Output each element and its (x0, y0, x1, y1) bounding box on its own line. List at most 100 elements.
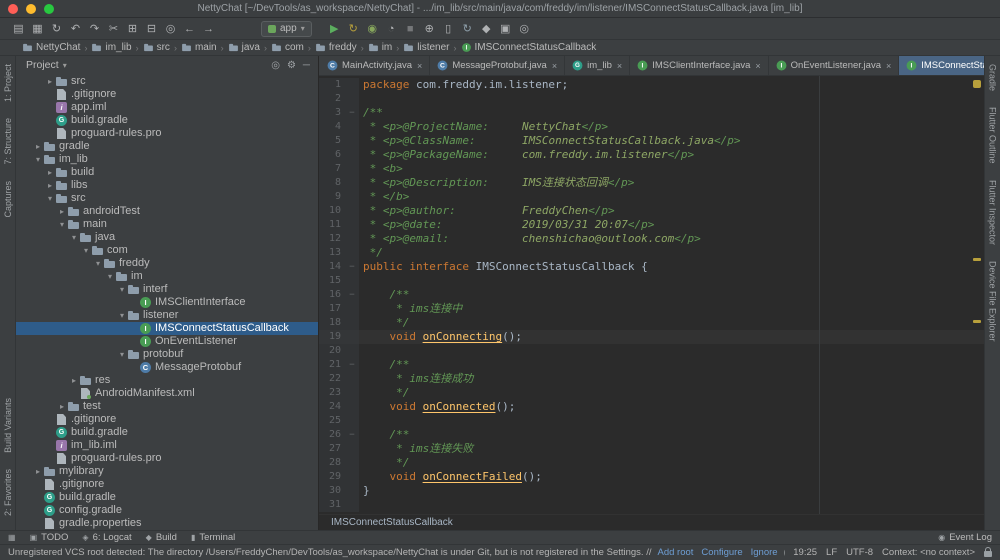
tool-button-build-variants[interactable]: Build Variants (3, 390, 13, 461)
tree-item[interactable]: Gbuild.gradle (16, 426, 318, 439)
tree-item[interactable]: ▾ src (16, 192, 318, 205)
code-line[interactable]: 10 * <p>@author: FreddyChen</p> (319, 204, 984, 218)
code-line[interactable]: 1 package com.freddy.im.listener; (319, 78, 984, 92)
caret-position[interactable]: 19:25 (793, 547, 817, 558)
save-all-icon[interactable]: ▦ (29, 22, 46, 35)
tool-button-captures[interactable]: Captures (3, 173, 13, 226)
collapse-arrow-icon[interactable]: ▾ (104, 270, 116, 283)
tool-button-gradle[interactable]: Gradle (988, 56, 998, 99)
tree-item[interactable]: proguard-rules.pro (16, 127, 318, 140)
settings-icon[interactable]: ⚙ (287, 60, 296, 71)
collapse-arrow-icon[interactable]: ▾ (32, 153, 44, 166)
code-line[interactable]: 8 * <p>@Description: IMS连接状态回调</p> (319, 176, 984, 190)
copy-icon[interactable]: ⊞ (124, 22, 141, 35)
tree-item[interactable]: I OnEventListener (16, 335, 318, 348)
tool-button-1-project[interactable]: 1: Project (3, 56, 13, 110)
editor[interactable]: 1 package com.freddy.im.listener; 2 3−/** 4 … (319, 76, 984, 514)
expand-arrow-icon[interactable]: ▸ (44, 75, 56, 88)
code-line[interactable]: 22 * ims连接成功 (319, 372, 984, 386)
tree-item[interactable]: ▸ mylibrary (16, 465, 318, 478)
tree-item[interactable]: ▸ test (16, 400, 318, 413)
code-line[interactable]: 28 */ (319, 456, 984, 470)
tree-item[interactable]: Gbuild.gradle (16, 491, 318, 504)
code-line[interactable]: 29 void onConnectFailed(); (319, 470, 984, 484)
expand-arrow-icon[interactable]: ▸ (68, 374, 80, 387)
code-line[interactable]: 23 */ (319, 386, 984, 400)
tool-button-event-log[interactable]: ◉ Event Log (938, 532, 992, 543)
fold-marker-icon[interactable]: − (345, 260, 359, 274)
cut-icon[interactable]: ✂ (105, 22, 122, 35)
tree-item[interactable]: proguard-rules.pro (16, 452, 318, 465)
tree-item[interactable]: ▾ freddy (16, 257, 318, 270)
code-line[interactable]: 26− /** (319, 428, 984, 442)
avd-manager-icon[interactable]: ▯ (440, 22, 457, 35)
profiler-icon[interactable]: ◔ (383, 23, 400, 35)
breadcrumb-item-com[interactable]: com (271, 42, 304, 53)
close-tab-icon[interactable]: × (755, 61, 760, 71)
file-encoding[interactable]: UTF-8 (846, 547, 873, 558)
run-context[interactable]: Context: <no context> (882, 547, 975, 558)
tree-item[interactable]: ▾ protobuf (16, 348, 318, 361)
hide-panel-icon[interactable]: ─ (303, 60, 310, 71)
editor-tab-imsconnectstatuscallback-java[interactable]: IIMSConnectStatusCallback.java× (899, 56, 984, 75)
editor-tab-imsclientinterface-java[interactable]: I IMSClientInterface.java × (630, 56, 769, 75)
sync-gradle-icon[interactable]: ↻ (459, 22, 476, 35)
editor-tab-im-lib[interactable]: Gim_lib × (565, 56, 631, 75)
breadcrumb-item-im[interactable]: im (368, 42, 392, 53)
code-line[interactable]: 9 * </b> (319, 190, 984, 204)
close-tab-icon[interactable]: × (886, 61, 891, 71)
code-line[interactable]: 14− public interface IMSConnectStatusCall… (319, 260, 984, 274)
vcs-action-add-root[interactable]: Add root (658, 547, 694, 558)
debug-icon[interactable]: ◉ (364, 22, 381, 35)
code-line[interactable]: 21− /** (319, 358, 984, 372)
minimize-window-button[interactable] (26, 4, 36, 14)
tree-item[interactable]: ▾ com (16, 244, 318, 257)
fold-marker-icon[interactable]: − (345, 428, 359, 442)
lock-icon[interactable] (984, 547, 992, 557)
editor-tab-mainactivity-java[interactable]: C MainActivity.java × (320, 56, 431, 75)
open-icon[interactable]: ▤ (10, 22, 27, 35)
code-line[interactable]: 31 (319, 498, 984, 512)
code-line[interactable]: 7 * <b> (319, 162, 984, 176)
collapse-arrow-icon[interactable]: ▾ (56, 218, 68, 231)
fold-marker-icon[interactable]: − (345, 106, 359, 120)
tree-item[interactable]: ▸ build (16, 166, 318, 179)
error-stripe-mark[interactable] (973, 320, 981, 323)
editor-breadcrumb[interactable]: IMSConnectStatusCallback (319, 514, 984, 530)
expand-arrow-icon[interactable]: ▸ (44, 179, 56, 192)
breadcrumb-item-listener[interactable]: listener (403, 42, 450, 53)
tree-item[interactable]: Gbuild.gradle (16, 114, 318, 127)
run-icon[interactable]: ▶ (326, 22, 343, 35)
tree-item[interactable]: Gconfig.gradle (16, 504, 318, 517)
code-line[interactable]: 13 */ (319, 246, 984, 260)
undo-icon[interactable]: ↶ (67, 22, 84, 35)
tool-button-build[interactable]: ◆ Build (146, 532, 177, 543)
run-config-selector[interactable]: app ▾ (261, 20, 312, 37)
collapse-arrow-icon[interactable]: ▾ (68, 231, 80, 244)
tool-button-todo[interactable]: ▣ TODO (30, 532, 69, 543)
code-line[interactable]: 4 * <p>@ProjectName: NettyChat</p> (319, 120, 984, 134)
editor-tab-oneventlistener-java[interactable]: I OnEventListener.java × (769, 56, 900, 75)
paste-icon[interactable]: ⊟ (143, 22, 160, 35)
collapse-arrow-icon[interactable]: ▾ (80, 244, 92, 257)
vcs-action-ignore[interactable]: Ignore (751, 547, 778, 558)
redo-icon[interactable]: ↷ (86, 22, 103, 35)
expand-arrow-icon[interactable]: ▸ (32, 465, 44, 478)
attach-debugger-icon[interactable]: ⊕ (421, 22, 438, 35)
collapse-arrow-icon[interactable]: ▾ (92, 257, 104, 270)
tool-button-device-file-explorer[interactable]: Device File Explorer (988, 253, 998, 350)
tool-button-7-structure[interactable]: 7: Structure (3, 110, 13, 173)
tree-item[interactable]: ▸ res (16, 374, 318, 387)
tree-item[interactable]: ▾ main (16, 218, 318, 231)
tree-item[interactable]: ▸ gradle (16, 140, 318, 153)
tool-button-logcat[interactable]: ◈ 6: Logcat (82, 532, 131, 543)
tree-item[interactable]: i im_lib.iml (16, 439, 318, 452)
breadcrumb-item-java[interactable]: java (228, 42, 260, 53)
stop-icon[interactable]: ■ (402, 23, 419, 35)
breadcrumb-item-nettychat[interactable]: NettyChat (22, 42, 80, 53)
tree-item[interactable]: .gitignore (16, 413, 318, 426)
line-separator[interactable]: LF (826, 547, 837, 558)
apply-changes-icon[interactable]: ↻ (345, 22, 362, 35)
code-line[interactable]: 19 void onConnecting(); (319, 330, 984, 344)
error-stripe-mark[interactable] (973, 258, 981, 261)
